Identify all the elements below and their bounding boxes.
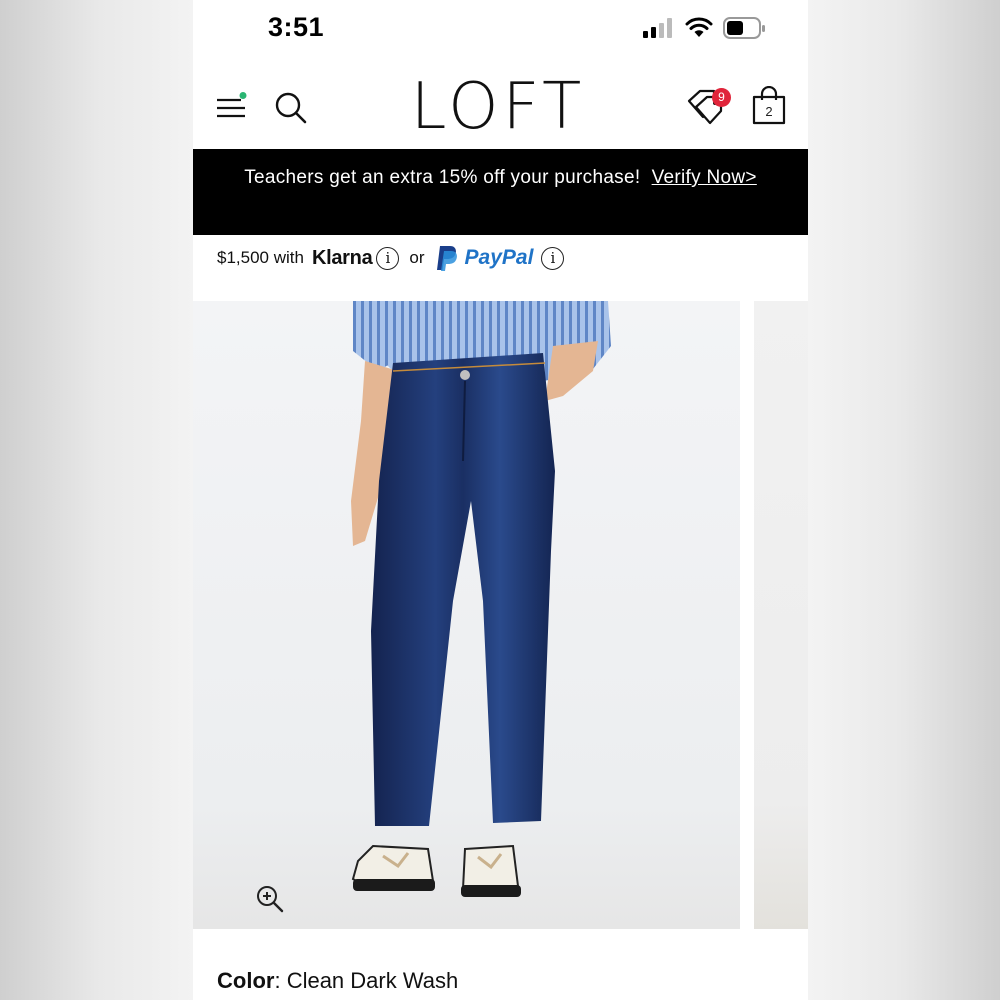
model-illustration — [351, 301, 611, 897]
brand-logo[interactable]: LOFT — [383, 70, 613, 144]
color-value: Clean Dark Wash — [286, 968, 459, 993]
bag-count: 2 — [765, 104, 773, 119]
tags-count-badge: 9 — [712, 88, 731, 107]
klarna-info-icon[interactable]: i — [376, 246, 400, 270]
wifi-icon — [685, 17, 713, 37]
color-label: Color — [217, 968, 275, 993]
promo-text: Teachers get an extra 15% off your purch… — [244, 167, 641, 188]
product-image[interactable] — [193, 301, 740, 929]
installment-amount: $1,500 with — [217, 248, 304, 267]
klarna-logo: Klarna — [311, 246, 373, 269]
battery-icon — [723, 17, 765, 39]
paypal-logo: PayPal — [464, 246, 534, 269]
search-icon[interactable] — [273, 90, 309, 126]
or-text: or — [409, 248, 425, 267]
phone-screen: 3:51 LOFT 9 2 Teachers get an extra 15% … — [193, 0, 808, 1000]
hamburger-icon[interactable] — [215, 92, 247, 122]
promo-banner: Teachers get an extra 15% off your purch… — [193, 149, 808, 235]
zoom-in-icon[interactable] — [255, 884, 285, 914]
next-product-image-peek[interactable] — [754, 301, 808, 929]
signal-icon — [643, 18, 672, 38]
verify-now-link[interactable]: Verify Now> — [652, 167, 757, 188]
paypal-icon — [436, 245, 457, 271]
paypal-info-icon[interactable]: i — [541, 246, 565, 270]
status-time: 3:51 — [268, 12, 325, 42]
color-selection: Color: Clean Dark Wash — [217, 968, 459, 993]
payment-options: $1,500 with Klarna i or PayPal i — [217, 242, 565, 274]
